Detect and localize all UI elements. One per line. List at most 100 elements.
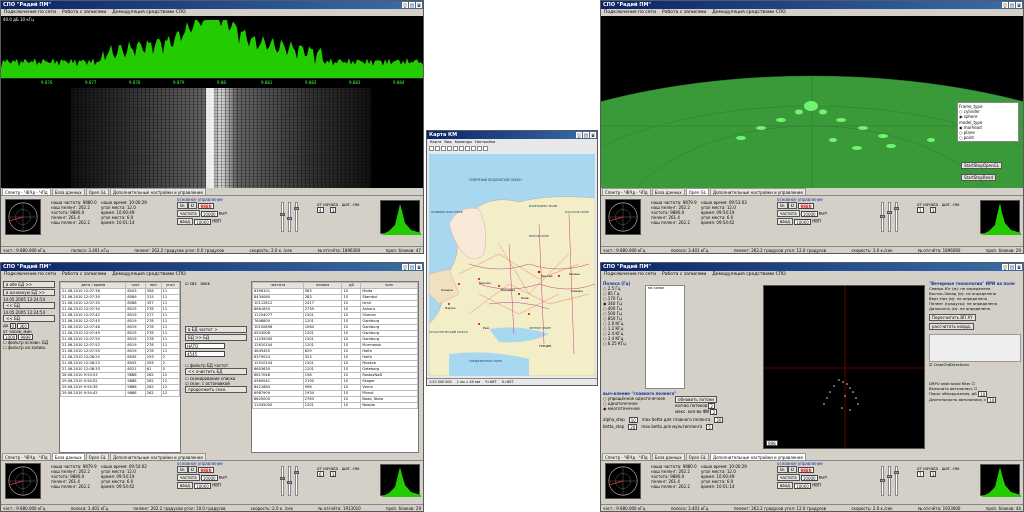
map-canvas[interactable]: СЕВЕРНЫЙ ЛЕДОВИТЫЙ ОКЕАН БАРЕНЦЕВО МОРЕ …	[429, 154, 595, 376]
table-row[interactable]: 29.06.2010 9:54:42 9888 262 12	[60, 390, 180, 397]
tool-icon[interactable]	[459, 146, 464, 151]
freq-value-field[interactable]: 9880	[798, 202, 814, 209]
maximize-button[interactable]: □	[409, 2, 415, 8]
scatter-plot[interactable]: 998	[763, 285, 925, 449]
mb2-field[interactable]: 5	[706, 424, 713, 430]
tool-icon[interactable]	[465, 146, 470, 151]
freq-value-field[interactable]: 9880	[798, 466, 814, 473]
start-field[interactable]: 4	[317, 207, 324, 213]
continue-scan-button[interactable]: продолжить скан.	[185, 386, 247, 393]
slider[interactable]	[280, 466, 285, 496]
menu-demod[interactable]: Демодуляция средствами СПО	[112, 271, 185, 278]
frame-sphere-radio[interactable]: ◉ sphere	[959, 114, 1017, 119]
db-value-field[interactable]: 4545	[185, 351, 225, 357]
tab-opengl[interactable]: Open GL	[85, 188, 109, 195]
table-row[interactable]: 11045000 1201 10 Neaple	[252, 402, 418, 409]
title-bar[interactable]: СПО "Радий ПМ" _ □ x	[1, 1, 423, 9]
input-button[interactable]: ввод	[177, 482, 193, 489]
tool-icon[interactable]	[453, 146, 458, 151]
multi-radio[interactable]: ◉ многоточечное	[603, 406, 665, 411]
minimize-button[interactable]: _	[1002, 264, 1008, 270]
input-field[interactable]: 10000	[194, 482, 211, 489]
slider[interactable]	[287, 202, 292, 232]
map-menu-commands[interactable]: Команды	[455, 139, 472, 146]
menu-network[interactable]: Подключение по сети	[604, 271, 656, 278]
slider[interactable]	[280, 202, 285, 232]
from-db-button[interactable]: << БД	[3, 302, 55, 309]
title-bar[interactable]: СПО "Радий ПМ" _ □ x	[601, 1, 1023, 9]
tab-opengl[interactable]: Open GL	[685, 188, 709, 195]
start-stop-rend-button[interactable]: StartStopRend	[961, 174, 996, 181]
calc-coords-button[interactable]: рассчитать коорд.	[929, 323, 974, 330]
map-menu-settings[interactable]: Настройки	[475, 139, 495, 146]
opengl-view[interactable]: Frame_type ○ cylinder ◉ sphere model_typ…	[601, 16, 1023, 188]
frequency-button[interactable]: частота	[177, 210, 200, 217]
maximize-button[interactable]: □	[1009, 264, 1015, 270]
frequency-field[interactable]: 10000	[800, 474, 818, 481]
frequency-field[interactable]: 10000	[200, 474, 218, 481]
input-field[interactable]: 10000	[794, 218, 811, 225]
slider[interactable]	[887, 202, 892, 232]
tab-database[interactable]: База данных	[651, 188, 685, 195]
step-field[interactable]: 1	[929, 471, 937, 477]
close-button[interactable]: x	[590, 132, 596, 138]
map-menu-map[interactable]: Карта	[430, 139, 441, 146]
frequency-field[interactable]: 10000	[200, 210, 218, 217]
kl-button[interactable]: kl	[787, 466, 798, 473]
menu-demod[interactable]: Демодуляция средствами СПО	[712, 9, 785, 16]
track-bars[interactable]	[929, 334, 1021, 362]
tab-settings[interactable]: Дополнительные настройки и управление	[109, 188, 206, 195]
maximize-button[interactable]: □	[583, 132, 589, 138]
mb1-field[interactable]: 20	[714, 417, 724, 423]
kl-button[interactable]: kl	[187, 466, 198, 473]
menu-records[interactable]: Работа с записями	[662, 271, 706, 278]
menu-records[interactable]: Работа с записями	[662, 9, 706, 16]
map-menu-view[interactable]: Вид	[444, 139, 451, 146]
alpha-field[interactable]: 10	[628, 417, 638, 423]
menu-network[interactable]: Подключение по сети	[604, 9, 656, 16]
input-field[interactable]: 10000	[194, 218, 211, 225]
plot-value-field[interactable]: 998	[766, 440, 778, 446]
kl-button[interactable]: kl	[187, 202, 198, 209]
frequency-field[interactable]: 10000	[800, 210, 818, 217]
title-bar[interactable]: Карта КМ _ □ x	[427, 131, 597, 139]
slider[interactable]	[894, 202, 899, 232]
frequency-button[interactable]: частота	[177, 474, 200, 481]
kk-button[interactable]: kk	[177, 466, 188, 473]
menu-demod[interactable]: Демодуляция средствами СПО	[112, 9, 185, 16]
tool-icon[interactable]	[477, 146, 482, 151]
db-name-field[interactable]: НАТО	[185, 343, 225, 349]
menu-network[interactable]: Подключение по сети	[4, 9, 56, 16]
to-freq-db-button[interactable]: в БД частот >	[185, 326, 247, 333]
step-field[interactable]: 1	[929, 207, 937, 213]
start-stop-opengl-button[interactable]: StartStopOpenGL	[961, 162, 1002, 169]
close-button[interactable]: x	[1016, 264, 1022, 270]
close-button[interactable]: x	[416, 2, 422, 8]
menu-network[interactable]: Подключение по сети	[4, 271, 56, 278]
kk-button[interactable]: kk	[777, 466, 788, 473]
spectrum-panel[interactable]: 40.0 дБ 10 кГц 9.876 9.877 9.878 9.879 9.88 9…	[1, 16, 423, 188]
step-field[interactable]: 1	[329, 471, 337, 477]
kl-button[interactable]: kl	[787, 202, 798, 209]
input-button[interactable]: ввод	[777, 218, 793, 225]
step-field[interactable]: 1	[329, 207, 337, 213]
slider[interactable]	[880, 466, 885, 496]
filter-record-checkbox[interactable]: ☐ фильтр на запись	[3, 345, 55, 350]
tool-icon[interactable]	[435, 146, 440, 151]
close-button[interactable]: x	[416, 264, 422, 270]
db-to-db-button[interactable]: БД >> БД	[185, 334, 247, 341]
start-field[interactable]: 6	[317, 471, 324, 477]
minimize-button[interactable]: _	[402, 2, 408, 8]
menu-records[interactable]: Работа с записями	[62, 271, 106, 278]
tab-settings[interactable]: Дополнительные настройки и управление	[709, 188, 806, 195]
frequency-button[interactable]: частота	[777, 210, 800, 217]
title-bar[interactable]: СПО "Радий ПМ" _ □ x	[1, 263, 423, 271]
kk-button[interactable]: kk	[777, 202, 788, 209]
maximize-button[interactable]: □	[1009, 2, 1015, 8]
tab-settings[interactable]: Дополнительные настройки и управление	[109, 453, 206, 460]
tab-spectrum[interactable]: Спектр - ЧВЧд - ЧПд	[602, 453, 651, 460]
tool-icon[interactable]	[429, 146, 434, 151]
slider[interactable]	[287, 466, 292, 496]
frequency-button[interactable]: частота	[777, 474, 800, 481]
start-field[interactable]: 7	[917, 471, 924, 477]
